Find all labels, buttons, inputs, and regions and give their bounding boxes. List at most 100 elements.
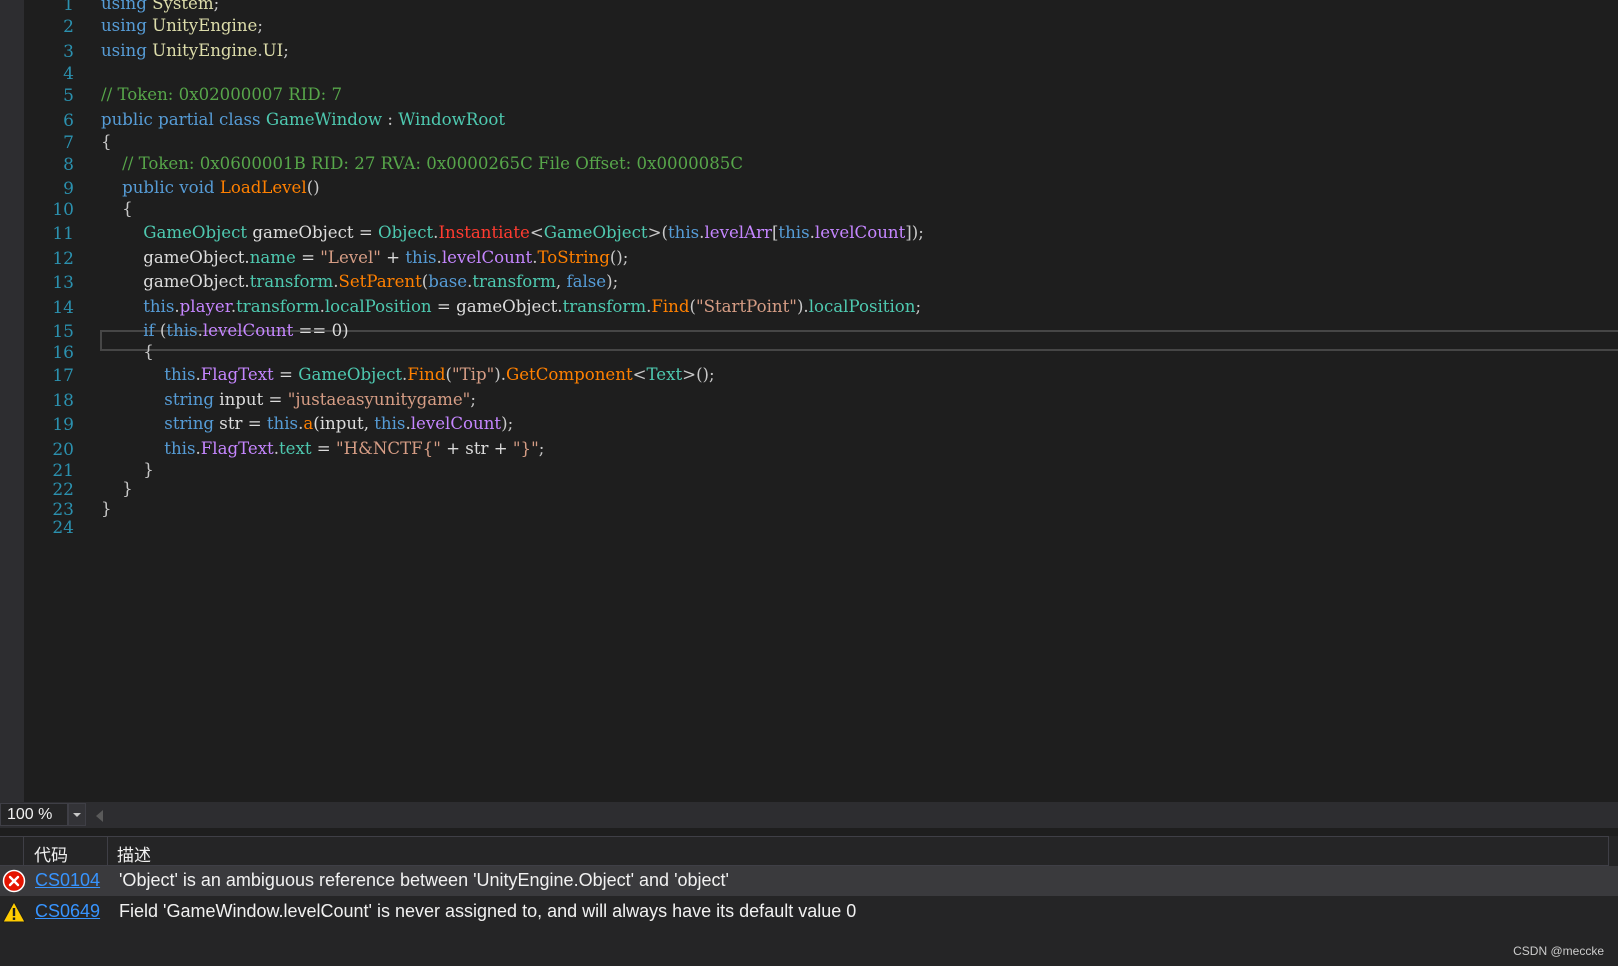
code-line[interactable]: if (this.levelCount == 0) <box>101 321 348 341</box>
code-token: (input, <box>313 414 375 433</box>
code-token: ]); <box>905 223 924 242</box>
code-line[interactable]: } <box>101 479 133 499</box>
code-line[interactable]: } <box>101 499 112 519</box>
code-line[interactable]: // Token: 0x0600001B RID: 27 RVA: 0x0000… <box>101 154 743 174</box>
error-code-link[interactable]: CS0649 <box>35 901 100 922</box>
column-header-description[interactable]: 描述 <box>117 841 151 866</box>
code-line[interactable]: using UnityEngine; <box>101 16 263 36</box>
code-token: : <box>382 110 399 129</box>
line-number: 1 <box>63 0 74 15</box>
code-token: levelArr <box>704 223 772 242</box>
code-token: name <box>249 248 296 267</box>
line-number: 14 <box>52 298 74 318</box>
column-divider[interactable] <box>107 837 108 865</box>
column-divider[interactable] <box>23 837 24 865</box>
error-row[interactable]: CS0104 'Object' is an ambiguous referenc… <box>0 866 1618 896</box>
code-token: transform <box>236 297 320 316</box>
line-number: 18 <box>52 391 74 411</box>
code-token: + <box>380 248 406 267</box>
code-line[interactable]: this.FlagText.text = "H&NCTF{" + str + "… <box>101 439 544 459</box>
code-token: input = <box>214 390 288 409</box>
code-token: this <box>374 414 406 433</box>
line-number: 10 <box>52 200 74 220</box>
code-token: < <box>632 365 647 384</box>
chevron-down-icon <box>73 812 81 817</box>
code-line[interactable]: this.FlagText = GameObject.Find("Tip").G… <box>101 365 714 385</box>
zoom-dropdown-button[interactable] <box>68 803 86 826</box>
code-token: = <box>273 365 299 384</box>
column-header-code[interactable]: 代码 <box>34 841 68 866</box>
code-area[interactable]: using System; using UnityEngine; using Uni… <box>101 0 1618 802</box>
line-number: 9 <box>63 179 74 199</box>
code-token: using <box>101 41 147 60</box>
code-token: { <box>101 342 154 361</box>
code-line[interactable]: public void LoadLevel() <box>101 178 320 198</box>
code-token: string <box>164 390 215 409</box>
code-line[interactable]: string str = this.a(input, this.levelCou… <box>101 414 513 434</box>
code-token: { <box>101 199 133 218</box>
code-token: using <box>101 16 147 35</box>
code-token: player <box>179 297 231 316</box>
code-line[interactable]: { <box>101 199 133 219</box>
code-line[interactable]: } <box>101 460 154 480</box>
code-token: Text <box>646 365 683 384</box>
code-token: levelCount <box>202 321 294 340</box>
code-token: transform <box>562 297 647 316</box>
code-editor[interactable]: 1 2 3 4 5 6 7 8 9 10 11 12 13 14 15 16 17 18 19 20 21 22 23 24 … <box>0 0 1618 802</box>
code-line[interactable]: gameObject.transform.SetParent(base.tran… <box>101 272 618 292</box>
code-line[interactable]: { <box>101 342 154 362</box>
code-token: a <box>303 414 314 433</box>
code-token: ; <box>257 16 263 35</box>
code-line[interactable]: gameObject.name = "Level" + this.levelCo… <box>101 248 628 268</box>
code-token: WindowRoot <box>398 110 505 129</box>
code-token: "Tip" <box>451 365 495 384</box>
line-number: 15 <box>52 322 74 342</box>
code-token: gameObject. <box>101 248 250 267</box>
line-number: 11 <box>52 224 74 244</box>
code-line[interactable]: using UnityEngine.UI; <box>101 41 289 61</box>
code-token: localPosition <box>324 297 432 316</box>
code-token: "}" <box>512 439 539 458</box>
error-code-link[interactable]: CS0104 <box>35 870 100 891</box>
code-token: () <box>306 178 320 197</box>
line-number: 12 <box>52 249 74 269</box>
code-line[interactable]: public partial class GameWindow : Window… <box>101 110 505 130</box>
code-token: // Token: 0x02000007 RID: 7 <box>101 85 343 104</box>
code-token: } <box>101 499 112 518</box>
code-token: ). <box>494 365 506 384</box>
code-token: partial <box>158 110 214 129</box>
code-token: ; <box>538 439 545 458</box>
code-line[interactable]: this.player.transform.localPosition = ga… <box>101 297 921 317</box>
code-token: levelCount <box>410 414 502 433</box>
zoom-level-box[interactable]: 100 % <box>0 803 68 826</box>
code-line[interactable]: // Token: 0x02000007 RID: 7 <box>101 85 342 105</box>
code-token: UI <box>262 41 284 60</box>
code-line[interactable]: { <box>101 132 112 152</box>
code-line[interactable]: GameObject gameObject = Object.Instantia… <box>101 223 924 243</box>
code-token: if <box>143 321 155 340</box>
code-line[interactable]: using System; <box>101 0 219 14</box>
code-token: ). <box>796 297 809 316</box>
chevron-left-icon <box>96 810 103 822</box>
line-number: 6 <box>63 111 74 131</box>
watermark: CSDN @meccke <box>1513 944 1604 958</box>
error-list-header: 代码 描述 <box>0 836 1609 866</box>
code-token: this <box>667 223 700 242</box>
code-token: localPosition <box>808 297 916 316</box>
line-number: 22 <box>52 480 74 500</box>
code-token: Find <box>407 365 446 384</box>
code-line[interactable]: string input = "justaeasyunitygame"; <box>101 390 476 410</box>
code-token: base <box>428 272 468 291</box>
error-row[interactable]: CS0649 Field 'GameWindow.levelCount' is … <box>0 897 1618 927</box>
editor-status-bar: 100 % <box>0 802 1618 828</box>
code-token: } <box>101 479 133 498</box>
code-token: + str + <box>440 439 513 458</box>
warning-icon <box>2 900 26 923</box>
scroll-left-button[interactable] <box>96 809 104 827</box>
code-token: ; <box>470 390 476 409</box>
code-token: { <box>101 132 112 151</box>
